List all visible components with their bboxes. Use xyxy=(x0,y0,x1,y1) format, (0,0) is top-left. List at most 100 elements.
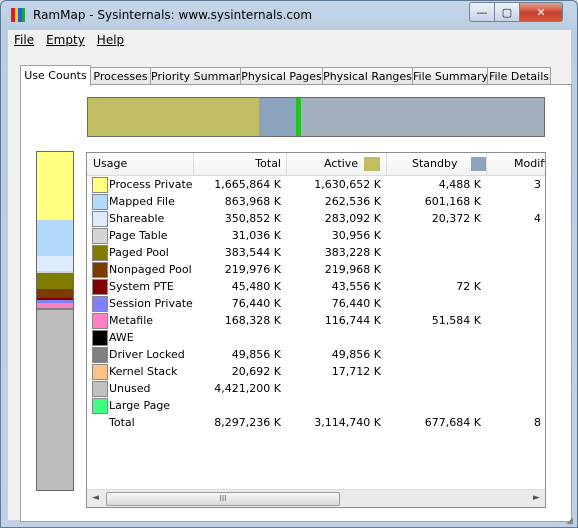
client-area: File Empty Help Use Counts Processes Pri… xyxy=(8,30,572,522)
horizontal-scrollbar[interactable]: ◄ III ► xyxy=(87,489,545,507)
table-row[interactable]: Process Private 1,665,864 K 1,630,652 K 4,4… xyxy=(87,176,545,193)
active-value: 43,556 K xyxy=(331,280,381,293)
scroll-right-arrow-icon[interactable]: ► xyxy=(528,490,545,507)
usage-name: Nonpaged Pool xyxy=(109,263,192,276)
usage-name: Unused xyxy=(109,382,151,395)
menu-help[interactable]: Help xyxy=(91,33,130,47)
tab-processes[interactable]: Processes xyxy=(90,67,151,85)
total-value: 20,692 K xyxy=(231,365,281,378)
usage-name: Kernel Stack xyxy=(109,365,178,378)
active-value: 30,956 K xyxy=(331,229,381,242)
scroll-left-arrow-icon[interactable]: ◄ xyxy=(87,490,104,507)
standby-value: 51,584 K xyxy=(431,314,481,327)
active-value: 49,856 K xyxy=(331,348,381,361)
usage-color-swatch xyxy=(92,381,108,397)
column-standby-label: Standby xyxy=(412,157,458,170)
standby-value: 20,372 K xyxy=(431,212,481,225)
modified-value: 8 xyxy=(534,416,541,429)
table-row[interactable]: Session Private 76,440 K 76,440 K xyxy=(87,295,545,312)
total-value: 863,968 K xyxy=(224,195,281,208)
total-value: 76,440 K xyxy=(231,297,281,310)
active-value: 219,968 K xyxy=(324,263,381,276)
usage-bar-free xyxy=(301,98,544,136)
tab-use-counts[interactable]: Use Counts xyxy=(20,65,91,86)
scroll-thumb[interactable]: III xyxy=(106,492,340,506)
usage-color-swatch xyxy=(92,296,108,312)
total-value: 168,328 K xyxy=(224,314,281,327)
table-row[interactable]: Page Table 31,036 K 30,956 K xyxy=(87,227,545,244)
usage-color-swatch xyxy=(92,313,108,329)
main-window: RamMap - Sysinternals: www.sysinternals.… xyxy=(0,0,578,528)
table-row[interactable]: Total 8,297,236 K 3,114,740 K 677,684 K 8 xyxy=(87,414,545,431)
active-value: 76,440 K xyxy=(331,297,381,310)
table-row[interactable]: Large Page xyxy=(87,397,545,414)
tab-file-details[interactable]: File Details xyxy=(487,67,551,85)
modified-value: 3 xyxy=(534,178,541,191)
usage-bar-standby xyxy=(259,98,296,136)
active-value: 283,092 K xyxy=(324,212,381,225)
table-row[interactable]: Nonpaged Pool 219,976 K 219,968 K xyxy=(87,261,545,278)
usage-color-swatch xyxy=(92,228,108,244)
memory-usage-bar xyxy=(87,97,545,137)
column-total[interactable]: Total xyxy=(188,153,287,175)
title-bar[interactable]: RamMap - Sysinternals: www.sysinternals.… xyxy=(1,1,577,29)
total-value: 45,480 K xyxy=(231,280,281,293)
active-value: 3,114,740 K xyxy=(314,416,381,429)
active-value: 1,630,652 K xyxy=(314,178,381,191)
table-row[interactable]: Metafile 168,328 K 116,744 K 51,584 K xyxy=(87,312,545,329)
standby-color-swatch xyxy=(471,157,486,171)
maximize-button[interactable]: ▢ xyxy=(494,2,520,22)
table-row[interactable]: Driver Locked 49,856 K 49,856 K xyxy=(87,346,545,363)
usage-color-swatch xyxy=(92,262,108,278)
column-standby[interactable]: Standby xyxy=(387,153,487,175)
table-row[interactable]: Shareable 350,852 K 283,092 K 20,372 K 4 xyxy=(87,210,545,227)
sidebar-seg-mapped-file xyxy=(37,220,73,256)
sidebar-seg-shareable xyxy=(37,256,73,271)
usage-name: Session Private xyxy=(109,297,193,310)
resize-grip-icon[interactable]: ◢ xyxy=(566,516,576,526)
usage-name: Large Page xyxy=(109,399,171,412)
active-value: 383,228 K xyxy=(324,246,381,259)
use-counts-panel: Usage Total Active Standby Modifie Proce… xyxy=(20,84,572,522)
usage-name: System PTE xyxy=(109,280,174,293)
active-value: 262,536 K xyxy=(324,195,381,208)
menu-empty[interactable]: Empty xyxy=(40,33,91,47)
usage-color-swatch xyxy=(92,177,108,193)
table-row[interactable]: Mapped File 863,968 K 262,536 K 601,168 K xyxy=(87,193,545,210)
total-value: 31,036 K xyxy=(231,229,281,242)
usage-name: Paged Pool xyxy=(109,246,169,259)
tab-physical-pages[interactable]: Physical Pages xyxy=(240,67,323,85)
tab-physical-ranges[interactable]: Physical Ranges xyxy=(322,67,413,85)
usage-bar-active xyxy=(88,98,259,136)
tab-priority-summary[interactable]: Priority Summary xyxy=(150,67,247,85)
column-active-label: Active xyxy=(324,157,359,170)
column-modified[interactable]: Modifie xyxy=(487,153,545,175)
window-title: RamMap - Sysinternals: www.sysinternals.… xyxy=(33,8,313,22)
usage-name: Metafile xyxy=(109,314,154,327)
column-modified-label: Modifie xyxy=(514,157,545,170)
table-row[interactable]: Kernel Stack 20,692 K 17,712 K xyxy=(87,363,545,380)
usage-name: Mapped File xyxy=(109,195,175,208)
total-value: 49,856 K xyxy=(231,348,281,361)
table-row[interactable]: AWE xyxy=(87,329,545,346)
close-button[interactable]: ✕ xyxy=(519,2,563,22)
use-counts-list[interactable]: Usage Total Active Standby Modifie Proce… xyxy=(86,152,546,508)
usage-type-column-bar xyxy=(36,151,74,491)
usage-color-swatch xyxy=(92,398,108,414)
table-row[interactable]: System PTE 45,480 K 43,556 K 72 K xyxy=(87,278,545,295)
sidebar-seg-nonpaged-pool xyxy=(37,289,73,298)
standby-value: 601,168 K xyxy=(424,195,481,208)
standby-value: 72 K xyxy=(456,280,481,293)
column-usage[interactable]: Usage xyxy=(87,153,194,175)
active-color-swatch xyxy=(364,157,381,171)
usage-name: Shareable xyxy=(109,212,165,225)
minimize-button[interactable]: — xyxy=(469,2,495,22)
table-row[interactable]: Paged Pool 383,544 K 383,228 K xyxy=(87,244,545,261)
column-active[interactable]: Active xyxy=(287,153,387,175)
menu-file[interactable]: File xyxy=(8,33,40,47)
total-value: 8,297,236 K xyxy=(214,416,281,429)
total-value: 350,852 K xyxy=(224,212,281,225)
usage-name: Total xyxy=(109,416,135,429)
table-row[interactable]: Unused 4,421,200 K xyxy=(87,380,545,397)
tab-file-summary[interactable]: File Summary xyxy=(412,67,488,85)
